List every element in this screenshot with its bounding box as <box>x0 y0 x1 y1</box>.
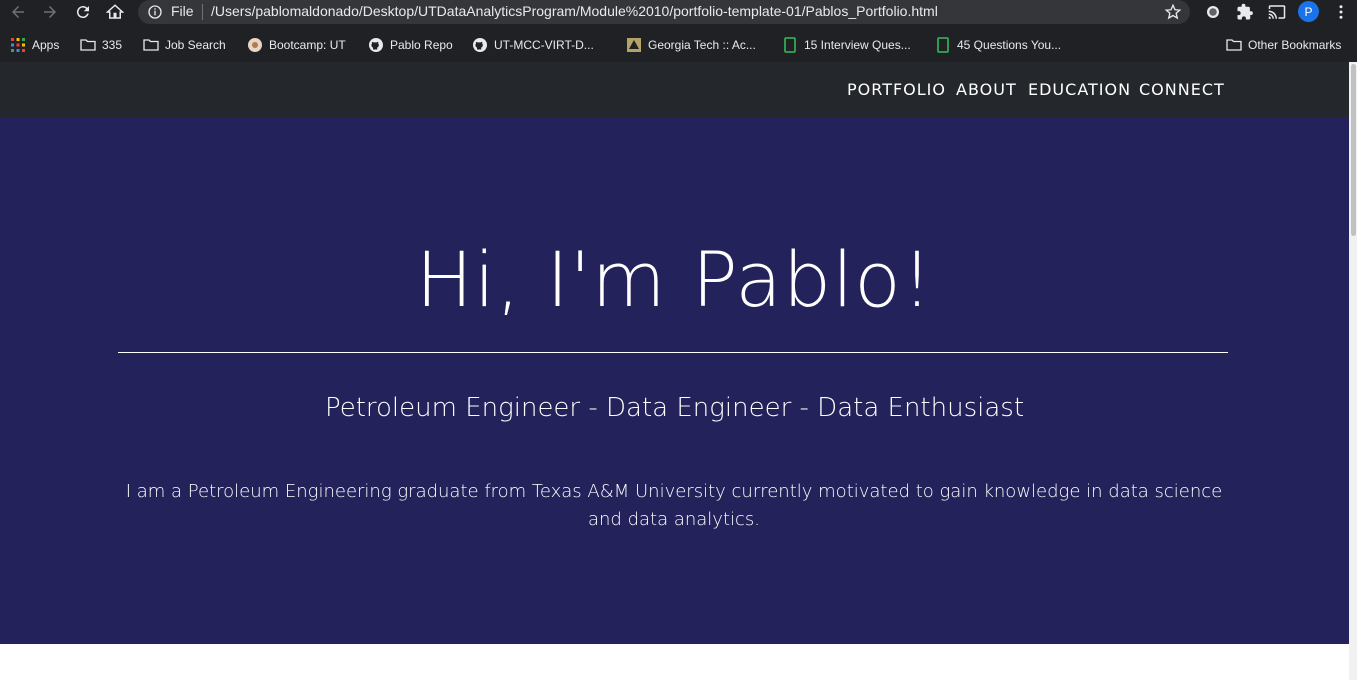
home-icon <box>106 4 124 19</box>
bookmark-label: 335 <box>102 38 123 52</box>
bookmark-apps[interactable]: Apps <box>10 36 59 54</box>
hero-title: Hi, I'm Pablo! <box>415 235 934 324</box>
page-scrollbar-thumb[interactable] <box>1351 64 1356 236</box>
hero-section: Hi, I'm Pablo! Petroleum Engineer - Data… <box>0 117 1349 644</box>
bookmark-label: UT-MCC-VIRT-D... <box>494 38 594 52</box>
address-divider <box>202 4 203 20</box>
bookmarks-bar: Apps 335 Job Search Bootcamp: UT Pablo R… <box>0 33 1357 57</box>
bookmark-335[interactable]: 335 <box>80 36 122 54</box>
bookmark-label: Georgia Tech :: Ac... <box>648 38 756 52</box>
site-navbar: PORTFOLIO ABOUT EDUCATION CONNECT <box>0 62 1349 117</box>
file-scheme-label: File <box>171 3 194 19</box>
reload-button[interactable] <box>73 2 93 22</box>
address-bar[interactable]: File /Users/pablomaldonado/Desktop/UTDat… <box>138 0 1190 24</box>
nav-link-about[interactable]: ABOUT <box>956 80 1017 99</box>
bootcamp-icon <box>247 37 263 53</box>
bookmark-label: Apps <box>32 38 60 52</box>
bookmark-bootcamp-ut[interactable]: Bootcamp: UT <box>247 36 346 54</box>
reload-icon <box>76 6 89 19</box>
arrow-right-icon <box>44 6 56 18</box>
bookmark-job-search[interactable]: Job Search <box>143 36 226 54</box>
sheet-icon <box>782 37 798 53</box>
nav-link-education[interactable]: EDUCATION <box>1028 80 1131 99</box>
folder-icon <box>80 37 96 53</box>
url-text[interactable]: /Users/pablomaldonado/Desktop/UTDataAnal… <box>211 3 938 19</box>
bookmark-15-interview-questions[interactable]: 15 Interview Ques... <box>782 36 911 54</box>
extension-circle-icon[interactable] <box>1203 2 1223 22</box>
sheet-icon <box>935 37 951 53</box>
hero-divider <box>118 352 1228 353</box>
bookmark-label: Job Search <box>165 38 226 52</box>
nav-link-portfolio[interactable]: PORTFOLIO <box>847 80 946 99</box>
arrow-left-icon <box>12 6 24 18</box>
content-area <box>0 644 1349 680</box>
extensions-puzzle-icon[interactable] <box>1235 2 1255 22</box>
bookmark-45-questions[interactable]: 45 Questions You... <box>935 36 1061 54</box>
bookmark-label: Pablo Repo <box>390 38 453 52</box>
hero-description: I am a Petroleum Engineering graduate fr… <box>125 481 1223 530</box>
folder-icon <box>1226 37 1242 53</box>
bookmark-label: 15 Interview Ques... <box>804 38 911 52</box>
georgia-tech-icon <box>626 37 642 53</box>
github-icon <box>472 37 488 53</box>
apps-grid-icon <box>10 37 26 53</box>
more-menu-icon[interactable] <box>1331 2 1351 22</box>
github-icon <box>368 37 384 53</box>
hero-subtitle: Petroleum Engineer - Data Engineer - Dat… <box>324 393 1025 423</box>
bookmark-ut-mcc-virt[interactable]: UT-MCC-VIRT-D... <box>472 36 594 54</box>
back-button[interactable] <box>8 2 28 22</box>
bookmark-pablo-repo[interactable]: Pablo Repo <box>368 36 453 54</box>
folder-icon <box>143 37 159 53</box>
forward-button[interactable] <box>40 2 60 22</box>
profile-avatar[interactable]: P <box>1298 1 1319 22</box>
home-button[interactable] <box>105 2 125 22</box>
info-icon[interactable] <box>147 4 163 20</box>
cast-icon[interactable] <box>1267 2 1287 22</box>
bookmark-star-icon[interactable] <box>1164 3 1182 21</box>
bookmark-georgia-tech[interactable]: Georgia Tech :: Ac... <box>626 36 756 54</box>
nav-link-connect[interactable]: CONNECT <box>1139 80 1225 99</box>
bookmark-other-bookmarks[interactable]: Other Bookmarks <box>1226 36 1341 54</box>
browser-toolbar: File /Users/pablomaldonado/Desktop/UTDat… <box>0 0 1357 24</box>
bookmark-label: 45 Questions You... <box>957 38 1062 52</box>
bookmark-label: Bootcamp: UT <box>269 38 346 52</box>
toolbar-spacer <box>0 24 1357 33</box>
bookmark-label: Other Bookmarks <box>1248 38 1342 52</box>
